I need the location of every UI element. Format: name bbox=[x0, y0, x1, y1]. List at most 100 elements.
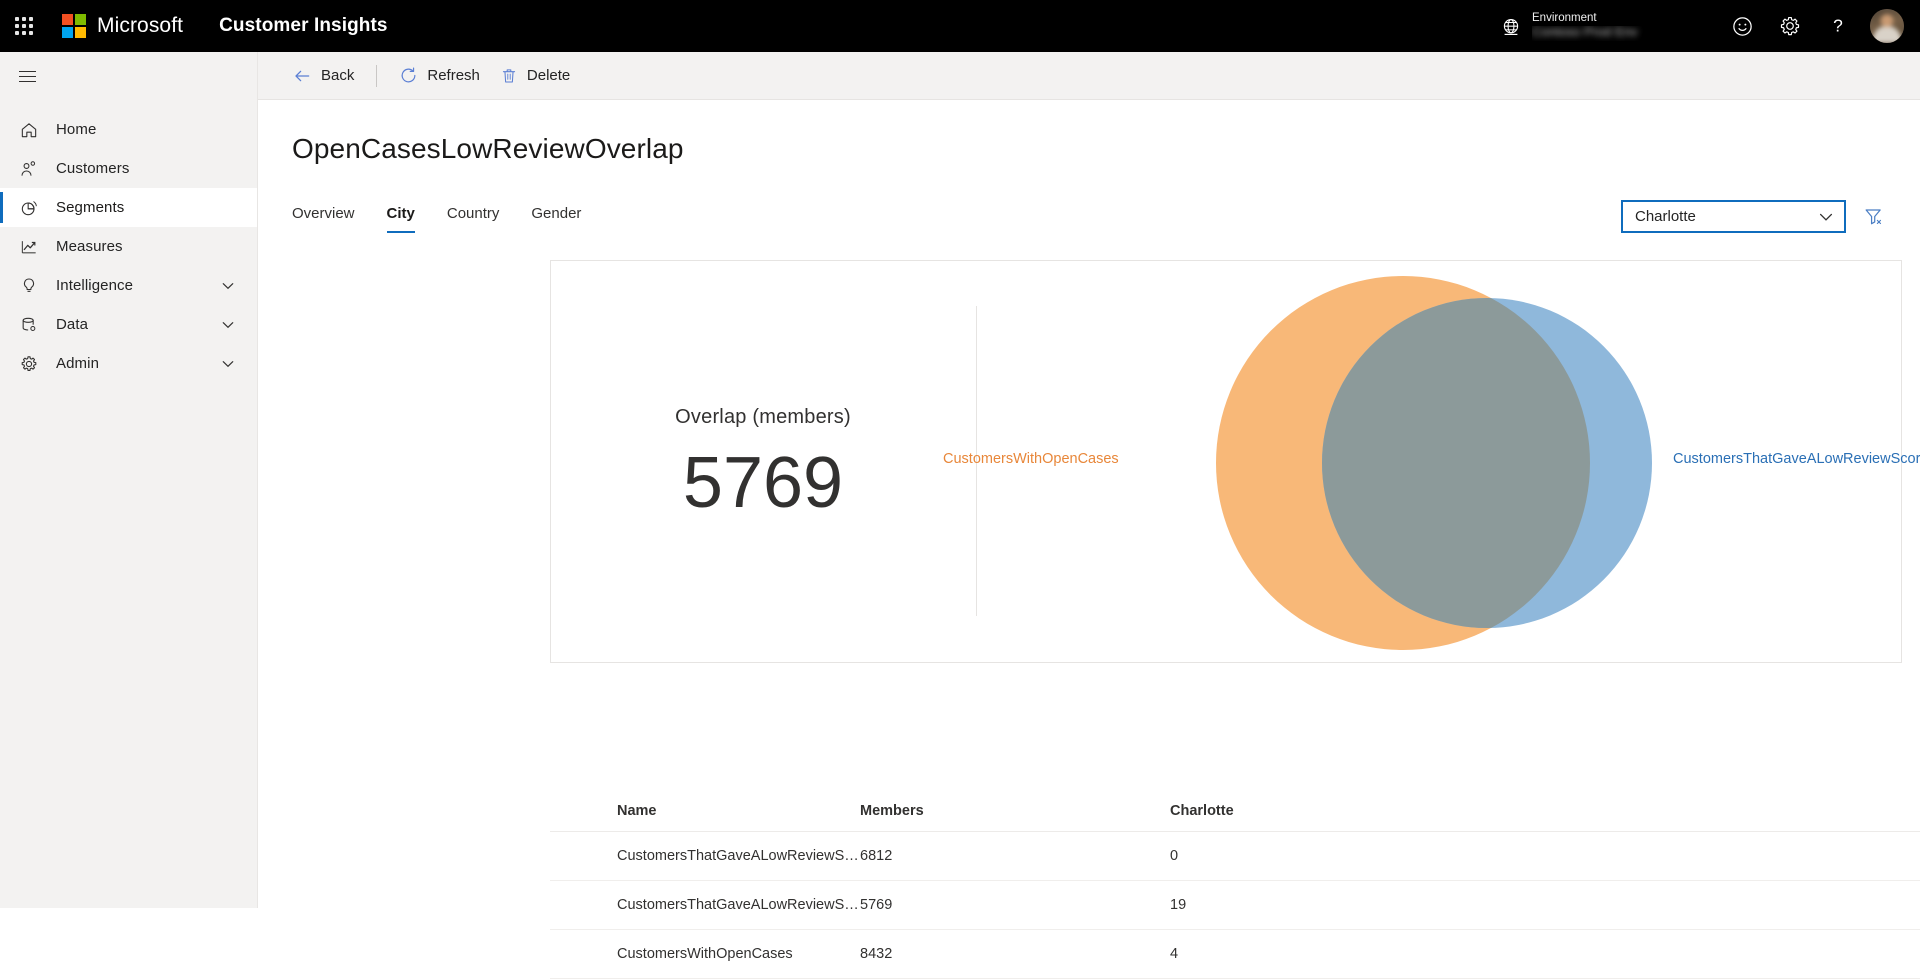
command-bar: Back Refresh Delete bbox=[258, 52, 1920, 100]
city-dropdown[interactable]: Charlotte bbox=[1621, 200, 1846, 233]
trash-icon bbox=[502, 68, 516, 83]
table-row[interactable]: CustomersWithOpenCases 8432 4 bbox=[550, 930, 1920, 979]
cell-name: CustomersWithOpenCases bbox=[617, 946, 793, 962]
gear-icon bbox=[1780, 16, 1800, 36]
lightbulb-icon bbox=[16, 276, 42, 296]
sidebar-item-label: Admin bbox=[56, 355, 100, 372]
sidebar-item-measures[interactable]: Measures bbox=[0, 227, 257, 266]
cell-members: 5769 bbox=[860, 897, 893, 913]
pie-chart-icon bbox=[16, 198, 42, 218]
chevron-down-icon bbox=[1818, 209, 1834, 225]
overlap-label: Overlap (members) bbox=[675, 406, 851, 428]
sidebar: Home Customers Segments Measures Intelli… bbox=[0, 52, 258, 908]
tab-country[interactable]: Country bbox=[447, 193, 500, 233]
overlap-summary: Overlap (members) 5769 bbox=[551, 261, 975, 664]
help-button[interactable]: ? bbox=[1814, 0, 1862, 52]
tab-bar-actions: Charlotte bbox=[1621, 200, 1886, 233]
home-icon bbox=[16, 120, 42, 140]
tab-label: Country bbox=[446, 204, 500, 222]
city-dropdown-value: Charlotte bbox=[1635, 208, 1696, 225]
settings-button[interactable] bbox=[1766, 0, 1814, 52]
environment-text: Environment Contoso Prod Env bbox=[1532, 11, 1700, 41]
filter-clear-icon bbox=[1865, 209, 1881, 225]
refresh-icon bbox=[401, 67, 416, 83]
user-avatar[interactable] bbox=[1870, 9, 1904, 43]
chevron-down-icon[interactable] bbox=[221, 279, 235, 293]
refresh-label: Refresh bbox=[427, 67, 480, 84]
table-row[interactable]: CustomersThatGaveALowReviewScore 6812 0 bbox=[550, 832, 1920, 881]
table-header-row: Name Members Charlotte bbox=[550, 790, 1920, 832]
feedback-button[interactable] bbox=[1718, 0, 1766, 52]
environment-value: Contoso Prod Env bbox=[1532, 26, 1638, 39]
trend-line-icon bbox=[16, 237, 42, 257]
sidebar-item-label: Customers bbox=[56, 160, 130, 177]
gear-icon bbox=[16, 354, 42, 374]
chevron-down-icon[interactable] bbox=[221, 357, 235, 371]
tab-overview[interactable]: Overview bbox=[292, 193, 355, 233]
tab-gender[interactable]: Gender bbox=[531, 193, 581, 233]
cell-name: CustomersThatGaveALowReviewScore & … bbox=[617, 897, 860, 913]
sidebar-item-customers[interactable]: Customers bbox=[0, 149, 257, 188]
environment-label: Environment bbox=[1532, 12, 1597, 24]
sidebar-item-segments[interactable]: Segments bbox=[0, 188, 257, 227]
sidebar-items: Home Customers Segments Measures Intelli… bbox=[0, 110, 257, 383]
venn-label-left: CustomersWithOpenCases bbox=[943, 451, 1119, 467]
sidebar-item-home[interactable]: Home bbox=[0, 110, 257, 149]
tab-label: Overview bbox=[292, 204, 355, 222]
clear-filter-button[interactable] bbox=[1860, 204, 1886, 230]
environment-value-redacted: Contoso Prod Env bbox=[1532, 26, 1700, 41]
sidebar-item-label: Home bbox=[56, 121, 97, 138]
cell-city: 4 bbox=[1170, 946, 1179, 962]
tab-label: Gender bbox=[531, 204, 582, 222]
svg-text:?: ? bbox=[1833, 16, 1843, 36]
waffle-icon bbox=[15, 17, 33, 35]
table-row[interactable]: CustomersThatGaveALowReviewScore & … 576… bbox=[550, 881, 1920, 930]
cell-members: 6812 bbox=[860, 848, 893, 864]
column-header-members[interactable]: Members bbox=[860, 803, 1170, 819]
app-launcher-button[interactable] bbox=[0, 0, 48, 52]
brand-label: Microsoft bbox=[97, 14, 184, 37]
environment-switcher[interactable]: Environment Contoso Prod Env bbox=[1500, 11, 1700, 41]
venn-label-right: CustomersThatGaveALowReviewScore bbox=[1673, 451, 1920, 467]
tab-label: City bbox=[386, 204, 415, 222]
sidebar-item-label: Measures bbox=[56, 238, 123, 255]
refresh-button[interactable]: Refresh bbox=[389, 58, 490, 94]
overlap-value: 5769 bbox=[682, 443, 844, 523]
back-button[interactable]: Back bbox=[282, 58, 364, 94]
cell-city: 0 bbox=[1170, 848, 1179, 864]
cell-city: 19 bbox=[1170, 897, 1187, 913]
question-mark-help-icon: ? bbox=[1833, 16, 1843, 36]
sidebar-item-intelligence[interactable]: Intelligence bbox=[0, 266, 257, 305]
cell-name: CustomersThatGaveALowReviewScore bbox=[617, 848, 860, 864]
back-label: Back bbox=[321, 67, 355, 84]
chevron-down-icon[interactable] bbox=[221, 318, 235, 332]
page-title: OpenCasesLowReviewOverlap bbox=[292, 133, 684, 164]
overlap-card: Overlap (members) 5769 CustomersWithOpen… bbox=[550, 260, 1920, 664]
microsoft-logo-icon bbox=[62, 14, 86, 38]
globe-icon bbox=[1503, 19, 1519, 36]
microsoft-logo[interactable]: Microsoft bbox=[62, 14, 183, 38]
sidebar-item-label: Data bbox=[56, 316, 89, 333]
page-content: OpenCasesLowReviewOverlap Overview City … bbox=[258, 100, 1920, 979]
collapse-nav-button[interactable] bbox=[0, 52, 257, 100]
tab-city[interactable]: City bbox=[386, 193, 416, 233]
arrow-left-icon bbox=[295, 70, 310, 81]
sidebar-item-admin[interactable]: Admin bbox=[0, 344, 257, 383]
column-header-city[interactable]: Charlotte bbox=[1170, 803, 1480, 819]
cell-members: 8432 bbox=[860, 946, 893, 962]
tab-bar: Overview City Country Gender Charlotte bbox=[258, 191, 1920, 233]
sidebar-item-label: Intelligence bbox=[56, 277, 134, 294]
delete-button[interactable]: Delete bbox=[490, 58, 580, 94]
command-separator bbox=[376, 64, 378, 87]
sidebar-item-label: Segments bbox=[56, 199, 125, 216]
app-title: Customer Insights bbox=[219, 15, 388, 36]
sidebar-item-data[interactable]: Data bbox=[0, 305, 257, 344]
smiley-feedback-icon bbox=[1732, 16, 1752, 36]
hamburger-icon bbox=[19, 70, 36, 82]
venn-diagram: CustomersWithOpenCases CustomersThatGave… bbox=[943, 261, 1920, 662]
segments-table: Name Members Charlotte CustomersThatGave… bbox=[550, 790, 1920, 979]
delete-label: Delete bbox=[526, 67, 571, 84]
suite-header: Microsoft Customer Insights Environment … bbox=[0, 0, 1920, 52]
column-header-name[interactable]: Name bbox=[550, 803, 860, 819]
people-icon bbox=[16, 159, 42, 179]
